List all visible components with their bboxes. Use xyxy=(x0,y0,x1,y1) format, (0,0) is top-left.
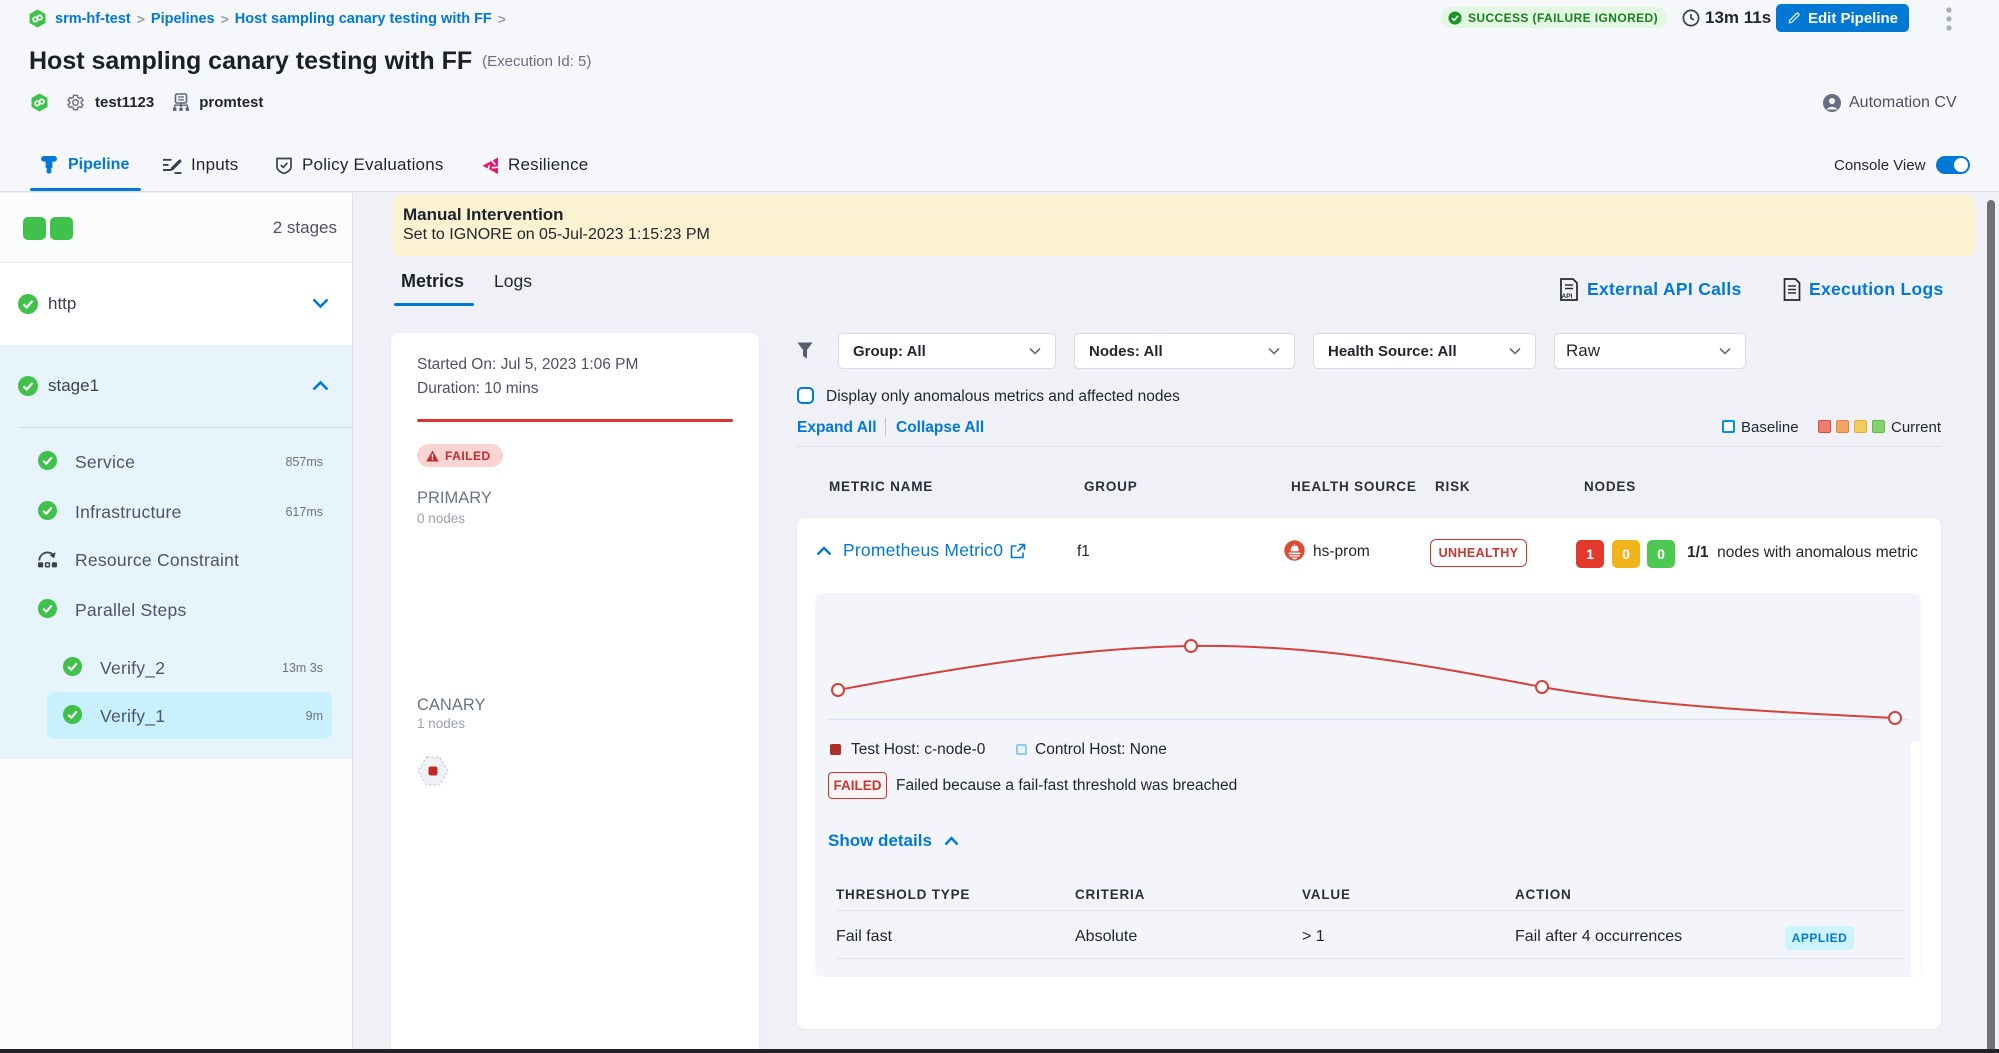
svg-text:API: API xyxy=(1562,293,1573,300)
